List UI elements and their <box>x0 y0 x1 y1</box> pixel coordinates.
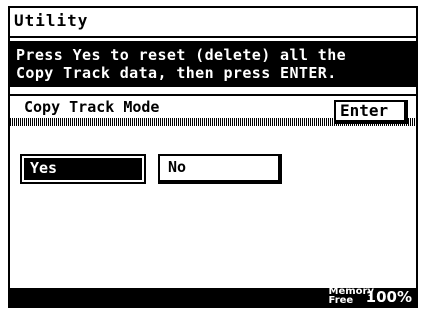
utility-screen: Utility Press Yes to reset (delete) all … <box>8 6 418 308</box>
yes-button[interactable]: Yes <box>20 154 146 184</box>
status-footer: Memory Free 100% <box>10 287 416 306</box>
message-line-2: Copy Track data, then press ENTER. <box>16 64 337 82</box>
screen-title: Utility <box>14 11 89 30</box>
memory-free-value: 100% <box>365 288 412 306</box>
enter-button[interactable]: Enter <box>334 100 408 124</box>
message-line-1: Press Yes to reset (delete) all the <box>16 46 347 64</box>
content-area <box>10 126 416 290</box>
instruction-message: Press Yes to reset (delete) all the Copy… <box>10 41 416 87</box>
title-divider <box>10 36 416 38</box>
no-button[interactable]: No <box>158 154 282 184</box>
mode-label: Copy Track Mode <box>24 98 160 116</box>
